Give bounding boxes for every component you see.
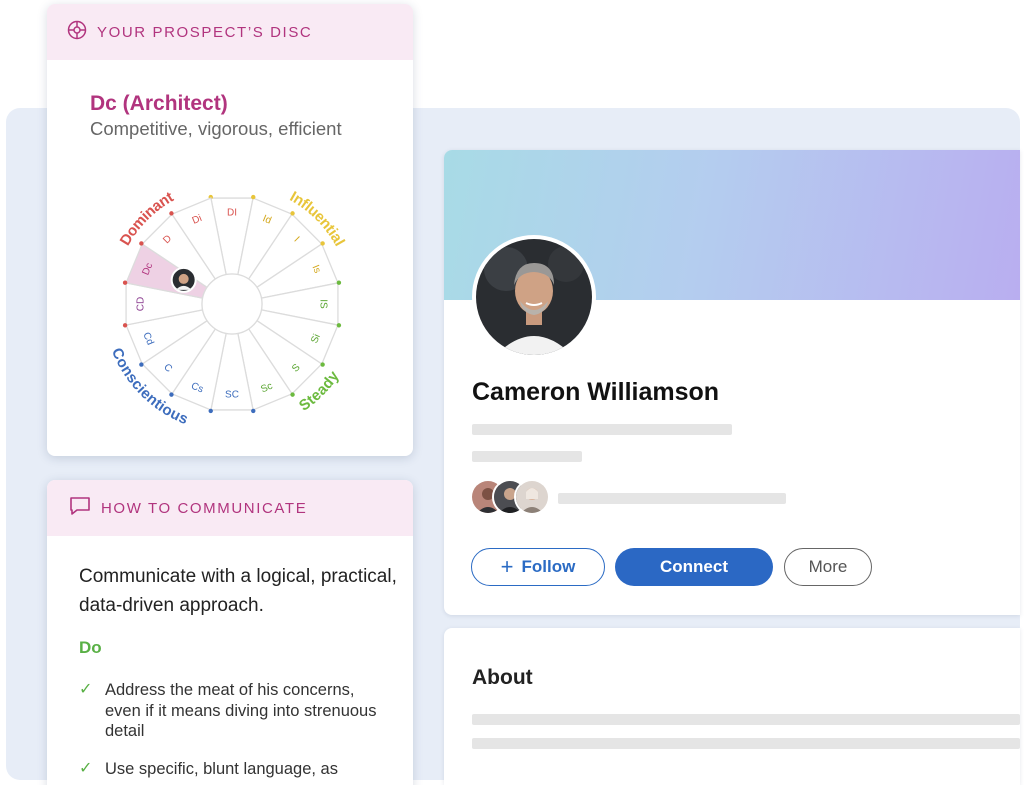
disc-traits: Competitive, vigorous, efficient <box>90 118 342 139</box>
disc-vertex-marker <box>336 280 342 285</box>
headline-placeholder <box>472 424 732 435</box>
disc-card-title: YOUR PROSPECT’S DISC <box>97 23 313 41</box>
compass-icon <box>67 20 87 45</box>
disc-vertex-marker <box>290 211 295 216</box>
disc-vertex-marker <box>169 392 174 397</box>
do-item-text: Use specific, blunt language, as <box>105 760 338 778</box>
disc-vertex-marker <box>139 241 144 246</box>
follow-label: Follow <box>521 557 576 576</box>
disc-segment-label: SC <box>225 390 239 401</box>
do-item-text: Address the meat of his concerns, even i… <box>105 681 377 740</box>
disc-vertex-marker <box>336 323 342 328</box>
disc-vertex-marker <box>208 408 213 414</box>
mutual-connections-placeholder <box>558 493 786 504</box>
do-item: ✓ Address the meat of his concerns, even… <box>79 680 379 742</box>
disc-card-header: YOUR PROSPECT’S DISC <box>47 4 413 60</box>
disc-segment-label: CD <box>136 297 147 311</box>
communicate-card-title: HOW TO COMMUNICATE <box>101 499 308 517</box>
disc-wheel: DIIdIIsISSiSScSCCsCCdCDDcDDi Dominant Inf… <box>108 188 348 428</box>
disc-card: YOUR PROSPECT’S DISC Dc (Architect) Comp… <box>47 4 413 456</box>
connect-label: Connect <box>660 557 728 576</box>
disc-vertex-marker <box>290 392 295 397</box>
connect-button[interactable]: Connect <box>615 548 773 586</box>
disc-vertex-marker <box>251 194 256 200</box>
do-item: ✓ Use specific, blunt language, as <box>79 759 379 780</box>
profile-name: Cameron Williamson <box>472 378 720 406</box>
mutual-avatar <box>514 479 550 515</box>
check-icon: ✓ <box>79 760 93 777</box>
disc-vertex-marker <box>122 280 128 285</box>
profile-avatar[interactable] <box>472 235 596 359</box>
disc-vertex-marker <box>320 362 325 367</box>
communicate-card: HOW TO COMMUNICATE Communicate with a lo… <box>47 480 413 785</box>
disc-type-label: Dc (Architect) <box>90 92 228 115</box>
about-card: About <box>444 628 1020 785</box>
chat-bubble-icon <box>69 496 91 521</box>
mutual-connections[interactable] <box>470 477 550 517</box>
do-label: Do <box>79 638 102 657</box>
about-title: About <box>472 666 533 689</box>
disc-vertex-marker <box>251 408 256 414</box>
disc-vertex-marker <box>320 241 325 246</box>
more-button[interactable]: More <box>784 548 872 586</box>
about-text-placeholder <box>472 738 1020 749</box>
communicate-card-header: HOW TO COMMUNICATE <box>47 480 413 536</box>
location-placeholder <box>472 451 582 462</box>
profile-card: Cameron Williamson + Follow Connect More <box>444 150 1020 615</box>
disc-vertex-marker <box>169 211 174 216</box>
more-label: More <box>808 557 848 576</box>
communicate-intro: Communicate with a logical, practical, d… <box>79 566 397 616</box>
plus-icon: + <box>500 554 514 579</box>
disc-segment-label: IS <box>318 299 329 309</box>
follow-button[interactable]: + Follow <box>471 548 605 586</box>
disc-vertex-marker <box>139 362 144 367</box>
disc-segment-label: DI <box>227 208 237 219</box>
check-icon: ✓ <box>79 681 93 698</box>
disc-vertex-marker <box>122 323 128 328</box>
about-text-placeholder <box>472 714 1020 725</box>
prospect-marker-avatar <box>170 266 197 293</box>
